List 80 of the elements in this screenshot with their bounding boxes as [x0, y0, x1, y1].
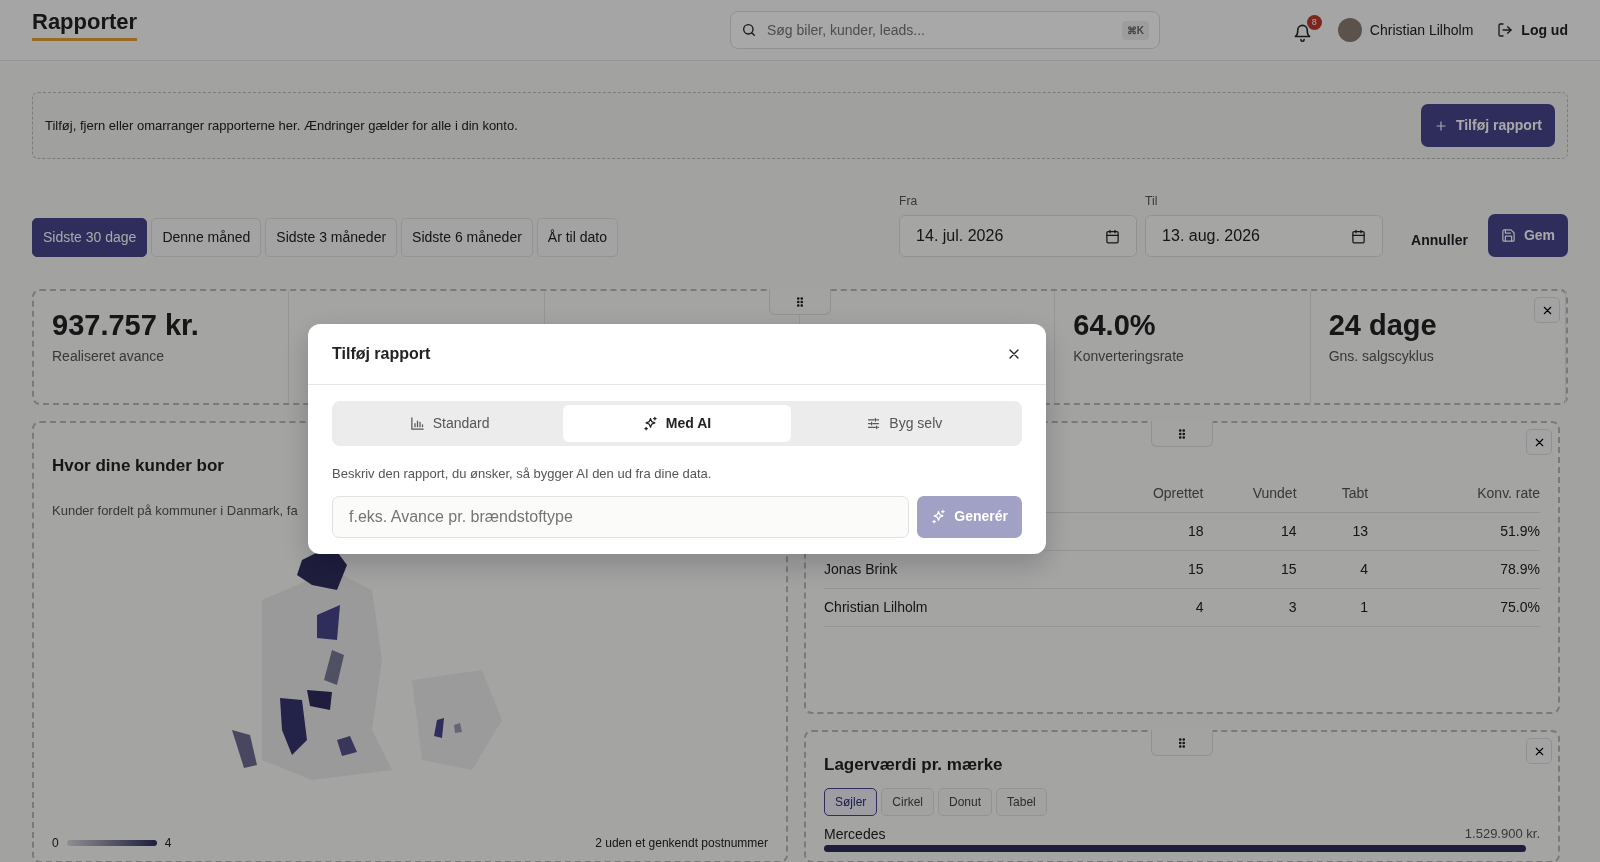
date-label: Fra	[899, 193, 919, 210]
legend-max: 4	[164, 835, 172, 852]
table-cell: Christian Lilholm	[824, 588, 1097, 627]
close-button[interactable]	[1534, 297, 1560, 323]
table-cell: 4	[1296, 550, 1369, 589]
period-button[interactable]: Sidste 6 måneder	[401, 218, 533, 257]
table-cell: 3	[1203, 588, 1297, 627]
segment-tab[interactable]: Byg selv	[790, 405, 1018, 442]
legend-min: 0	[52, 835, 59, 852]
sparkles-icon	[931, 509, 947, 524]
user-name: Christian Lilholm	[1369, 20, 1474, 40]
kpi-label: Konverteringsrate	[1073, 347, 1185, 367]
calendar-icon[interactable]	[1351, 228, 1367, 244]
info-text: Tilføj, fjern eller omarranger rapporterne her. Ændringer gælder for alle i din konto.	[45, 116, 518, 135]
page-title: Rapporter	[32, 10, 138, 42]
drag-handle[interactable]	[1151, 421, 1213, 447]
drag-handle[interactable]	[769, 289, 831, 315]
search-bar[interactable]: Søg biler, kunder, leads... ⌘K	[730, 11, 1160, 49]
period-button[interactable]: Sidste 30 dage	[32, 218, 148, 257]
table-cell: 13	[1296, 512, 1369, 551]
save-button[interactable]: Gem	[1487, 214, 1568, 257]
cancel-button[interactable]: Annuller	[1399, 224, 1480, 257]
bar-chart-icon	[409, 416, 425, 431]
panel-subtitle: Kunder fordelt på kommuner i Danmark, fa	[52, 501, 298, 520]
drag-handle[interactable]	[1151, 730, 1213, 756]
date-label: Til	[1145, 193, 1159, 210]
column-header: Oprettet	[1096, 475, 1204, 513]
map-note: 2 uden et genkendt postnummer	[595, 835, 768, 852]
view-tab[interactable]: Søjler	[824, 787, 878, 816]
sparkles-icon	[642, 416, 658, 431]
table-cell: 14	[1203, 512, 1297, 551]
plus-icon	[1433, 118, 1448, 133]
save-icon	[1500, 228, 1516, 243]
date-field[interactable]: 14. jul. 2026	[899, 215, 1138, 257]
logout-button[interactable]: Log ud	[1497, 19, 1568, 41]
kpi-label: Realiseret avance	[52, 347, 166, 367]
table-cell: 1	[1296, 588, 1369, 627]
logout-icon	[1497, 22, 1514, 38]
modal-title: Tilføj rapport	[332, 344, 431, 364]
column-header: Vundet	[1203, 475, 1297, 513]
bar-label: Mercedes	[824, 824, 886, 844]
modal-description: Beskriv den rapport, du ønsker, så bygger AI den ud fra dine data.	[332, 465, 713, 483]
date-field[interactable]: 13. aug. 2026	[1145, 215, 1384, 257]
segment-tab[interactable]: Med AI	[563, 405, 791, 442]
panel-title: Hvor dine kunder bor	[52, 455, 224, 477]
table-cell: 78.9%	[1368, 550, 1540, 589]
panel-title: Lagerværdi pr. mærke	[824, 754, 1004, 776]
column-header: Tabt	[1296, 475, 1369, 513]
segment-tab[interactable]: Standard	[336, 405, 564, 442]
search-field[interactable]: Søg biler, kunder, leads...	[765, 18, 1114, 42]
notifications-button[interactable]: 8	[1282, 14, 1322, 46]
table-cell: 51.9%	[1368, 512, 1540, 551]
view-tab[interactable]: Donut	[938, 787, 993, 816]
bar-value: 1.529.900 kr.	[1464, 824, 1540, 843]
add-report-button[interactable]: Tilføj rapport	[1420, 104, 1555, 147]
sliders-icon	[866, 416, 882, 431]
table-cell: 15	[1096, 550, 1204, 589]
period-button[interactable]: År til dato	[536, 218, 618, 257]
view-tab[interactable]: Cirkel	[881, 787, 934, 816]
period-button[interactable]: Sidste 3 måneder	[265, 218, 398, 257]
close-button[interactable]	[1526, 738, 1552, 764]
period-button[interactable]: Denne måned	[151, 218, 262, 257]
avatar	[1337, 18, 1362, 42]
bell-icon	[1292, 22, 1312, 42]
notification-count: 8	[1306, 14, 1322, 30]
search-icon	[741, 22, 757, 38]
table-cell: 75.0%	[1368, 588, 1540, 627]
table-cell: 15	[1203, 550, 1297, 589]
shortcut-hint: ⌘K	[1121, 20, 1149, 40]
calendar-icon[interactable]	[1105, 228, 1121, 244]
table-cell: 18	[1096, 512, 1204, 551]
view-tab[interactable]: Tabel	[996, 787, 1047, 816]
close-button[interactable]	[1526, 429, 1552, 455]
kpi-value: 937.757 kr.	[52, 309, 200, 343]
table-cell: 4	[1096, 588, 1204, 627]
kpi-value: 64.0%	[1073, 309, 1157, 343]
kpi-label: Gns. salgscyklus	[1328, 347, 1435, 367]
kpi-value: 24 dage	[1328, 309, 1438, 343]
prompt-field[interactable]: f.eks. Avance pr. brændstoftype	[332, 495, 910, 538]
column-header: Konv. rate	[1368, 475, 1540, 513]
